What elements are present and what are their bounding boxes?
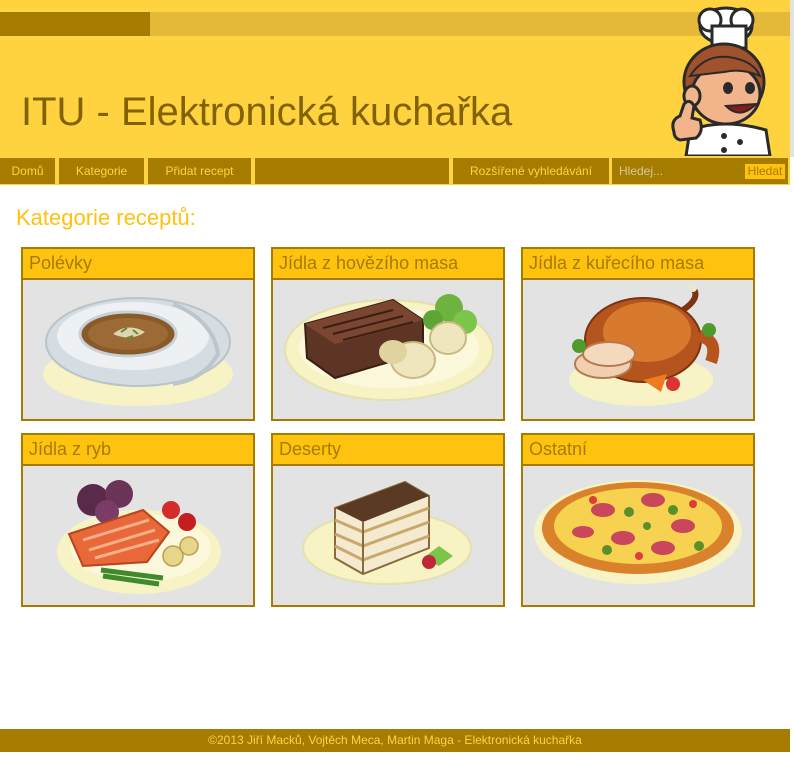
site-title: ITU - Elektronická kuchařka <box>21 90 513 134</box>
site-header: ITU - Elektronická kuchařka <box>0 0 794 157</box>
category-card-chicken[interactable]: Jídla z kuřecího masa <box>521 247 755 421</box>
page: ITU - Elektronická kuchařka Domů Kategor… <box>0 0 794 764</box>
nav-advanced-search[interactable]: Rozšířené vyhledávání <box>453 158 609 184</box>
category-card-title: Deserty <box>273 435 503 466</box>
site-footer: ©2013 Jiří Macků, Vojtěch Meca, Martin M… <box>0 729 790 752</box>
roast-chicken-icon <box>569 284 720 406</box>
tiramisu-icon <box>302 480 472 585</box>
search-button[interactable]: Hledat <box>745 164 785 179</box>
salmon-fillet-icon <box>57 480 221 594</box>
nav-categories[interactable]: Kategorie <box>59 158 144 184</box>
category-card-title: Jídla z ryb <box>23 435 253 466</box>
search-box: Hledat <box>612 158 788 184</box>
category-card-title: Jídla z hovězího masa <box>273 249 503 280</box>
main-nav: Domů Kategorie Přidat recept Rozšířené v… <box>0 157 790 185</box>
category-card-beef[interactable]: Jídla z hovězího masa <box>271 247 505 421</box>
nav-add-recipe[interactable]: Přidat recept <box>148 158 251 184</box>
category-card-title: Ostatní <box>523 435 753 466</box>
category-card-title: Jídla z kuřecího masa <box>523 249 753 280</box>
nav-empty-spacer <box>255 158 449 184</box>
category-card-desserts[interactable]: Deserty <box>271 433 505 607</box>
chef-mascot-icon <box>671 6 772 156</box>
category-card-other[interactable]: Ostatní <box>521 433 755 607</box>
categories-heading: Kategorie receptů: <box>16 205 196 230</box>
pizza-icon <box>534 480 742 584</box>
category-card-soups[interactable]: Polévky <box>21 247 255 421</box>
search-input[interactable] <box>616 161 746 181</box>
soup-bowl-icon <box>43 297 233 406</box>
beef-steak-icon <box>284 294 494 401</box>
category-card-fish[interactable]: Jídla z ryb <box>21 433 255 607</box>
category-card-title: Polévky <box>23 249 253 280</box>
nav-home[interactable]: Domů <box>0 158 55 184</box>
header-accent-bar-dark <box>0 12 150 36</box>
